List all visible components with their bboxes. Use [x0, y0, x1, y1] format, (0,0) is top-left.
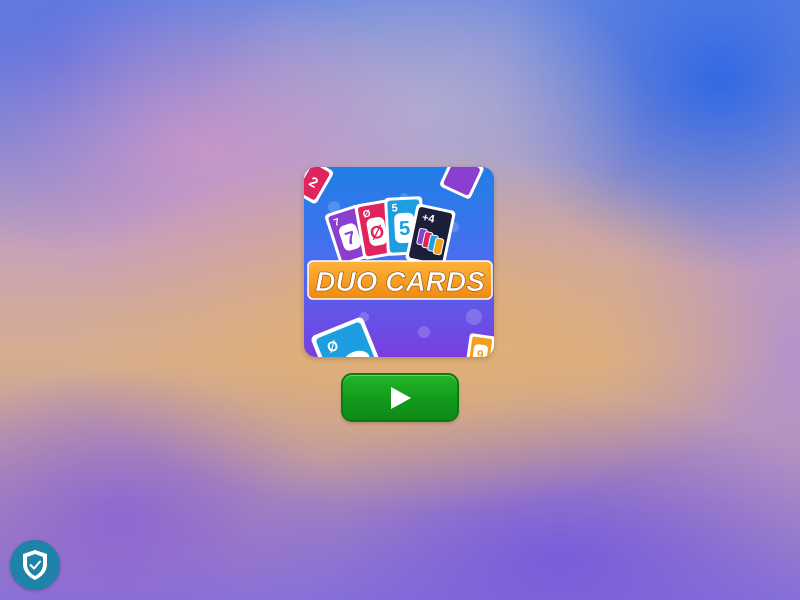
- game-title: DUO CARDS: [315, 266, 485, 297]
- svg-text:5: 5: [391, 202, 398, 214]
- game-thumbnail[interactable]: 2 7 7 Ø Ø 5 5 +4 DUO CARDS Ø 9: [304, 167, 494, 357]
- card-bottom-right: 9: [466, 333, 494, 357]
- shield-check-icon: [23, 550, 47, 580]
- play-button[interactable]: [341, 373, 459, 422]
- play-icon: [391, 387, 411, 409]
- svg-text:5: 5: [399, 218, 411, 241]
- title-banner: DUO CARDS: [307, 260, 493, 300]
- security-badge[interactable]: [10, 540, 60, 590]
